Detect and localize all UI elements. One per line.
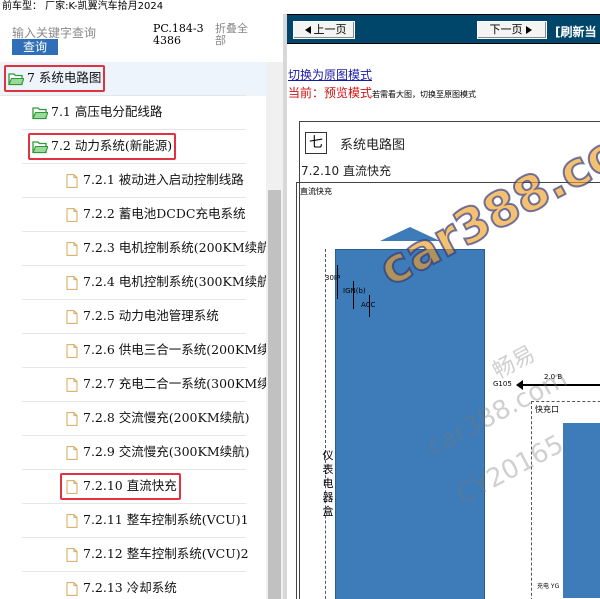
- pin-line: [337, 265, 338, 299]
- fuse-box-block: [335, 249, 485, 599]
- tree-item-label: 7.2.6 供电三合一系统(200KM续航: [83, 342, 266, 357]
- tree-item[interactable]: 7 系统电路图: [0, 62, 266, 96]
- wiring-diagram: 直流快充 30IP IGN(b) ACC 仪表电器盒 G105 2.0 B 快充…: [296, 182, 600, 599]
- triangle-right-icon: [525, 26, 532, 34]
- tree-item[interactable]: 7.1 高压电分配线路: [0, 96, 266, 130]
- tree-item[interactable]: 7.2.1 被动进入启动控制线路: [0, 164, 266, 198]
- charge-port-block: [563, 423, 600, 598]
- tree-item-label: 7.2.8 交流慢充(200KM续航): [83, 410, 250, 425]
- tree-item[interactable]: 7.2.13 冷却系统: [0, 572, 266, 599]
- document-icon: [64, 581, 80, 596]
- tree-item[interactable]: 7.2.8 交流慢充(200KM续航): [0, 402, 266, 436]
- tree-item[interactable]: 7.2.11 整车控制系统(VCU)1: [0, 504, 266, 538]
- document-icon: [64, 275, 80, 290]
- mode-line: 当前：预览模式若需看大图，切换至原图模式: [288, 82, 476, 101]
- tree-item-label: 7.2.11 整车控制系统(VCU)1: [83, 512, 249, 527]
- mode-note: 若需看大图，切换至原图模式: [372, 90, 477, 99]
- switch-original-mode-link[interactable]: 切换为原图模式: [288, 66, 372, 83]
- tree-item[interactable]: 7.2.9 交流慢充(300KM续航): [0, 436, 266, 470]
- chapter-title: 系统电路图: [340, 138, 406, 153]
- document-icon: [64, 173, 80, 188]
- fuse-box-label: 仪表电器盒: [322, 449, 334, 518]
- highlight-box: [28, 133, 177, 160]
- next-page-label: 下一页: [489, 23, 523, 36]
- tree-item-label: 7.2.3 电机控制系统(200KM续航): [83, 240, 266, 255]
- document-icon: [64, 513, 80, 528]
- tree-item-label: 7.2.1 被动进入启动控制线路: [83, 172, 244, 187]
- search-button[interactable]: 查询: [12, 39, 58, 55]
- tree-item[interactable]: 7.2 动力系统(新能源): [0, 130, 266, 164]
- tree-item-label: 7.2.12 整车控制系统(VCU)2: [83, 546, 249, 561]
- tree-item[interactable]: 7.2.7 充电二合一系统(300KM续航: [0, 368, 266, 402]
- viewer-panel: 上一页 下一页 [刷新当 切换为原图模式 当前：预览模式若需看大图，切换至原图模…: [287, 14, 600, 599]
- scroll-thumb[interactable]: [268, 190, 281, 599]
- collapse-all-link[interactable]: 折叠全部: [215, 23, 255, 47]
- pin-label: IGN(b): [343, 287, 366, 295]
- tree-item-label: 7.2.13 冷却系统: [83, 580, 177, 595]
- refresh-title[interactable]: [刷新当: [555, 23, 597, 40]
- charge-bottom-label: 充电 YG: [537, 583, 560, 590]
- tree-item-label: 7.2.7 充电二合一系统(300KM续航: [83, 376, 266, 391]
- wire-line: [521, 384, 600, 386]
- tree-item-label: 7.1 高压电分配线路: [51, 104, 163, 119]
- search-area: 查询 PC.184-34386 折叠全部: [0, 14, 283, 62]
- catalog-tree: 7 系统电路图 7.1 高压电分配线路 7.2 动力系统(新能源) 7.2.1 被动进…: [0, 62, 266, 599]
- tree-item[interactable]: 7.2.12 整车控制系统(VCU)2: [0, 538, 266, 572]
- triangle-left-icon: [304, 26, 311, 34]
- mode-prefix: 当前：预览模式: [288, 86, 373, 100]
- topbar: 前车型： 厂家:K-凯翼汽车拾月2024: [0, 0, 600, 14]
- highlight-box: [60, 473, 181, 500]
- tree-item[interactable]: 7.2.3 电机控制系统(200KM续航): [0, 232, 266, 266]
- wire-label: 2.0 B: [544, 373, 563, 381]
- next-page-button[interactable]: 下一页: [477, 21, 547, 39]
- document-icon: [64, 445, 80, 460]
- tree-item-label: 7.2.2 蓄电池DCDC充电系统: [83, 206, 246, 221]
- tree-item[interactable]: 7.2.6 供电三合一系统(200KM续航: [0, 334, 266, 368]
- pc-code: PC.184-34386: [153, 22, 204, 47]
- pin-label: ACC: [361, 301, 376, 309]
- tree-item[interactable]: 7.2.2 蓄电池DCDC充电系统: [0, 198, 266, 232]
- chapter-number: 七: [305, 132, 327, 154]
- arrow-up-icon: [380, 227, 440, 241]
- diagram-title: 直流快充: [300, 187, 332, 196]
- document-icon: [64, 411, 80, 426]
- pin-label: 30IP: [325, 274, 341, 282]
- tree-item[interactable]: 7.2.10 直流快充: [0, 470, 266, 504]
- tree-item-label: 7.2.9 交流慢充(300KM续航): [83, 444, 250, 459]
- folder-open-icon: [32, 105, 49, 120]
- tree-item[interactable]: 7.2.4 电机控制系统(300KM续航): [0, 266, 266, 300]
- highlight-box: [4, 65, 106, 92]
- tree-scrollbar[interactable]: [266, 62, 283, 599]
- document-icon: [64, 241, 80, 256]
- left-panel: 查询 PC.184-34386 折叠全部 7 系统电路图7.1 高压电分配线路7…: [0, 14, 283, 599]
- pin-line: [353, 281, 354, 309]
- tree-item-label: 7.2.5 动力电池管理系统: [83, 308, 219, 323]
- page-nav-bar: 上一页 下一页 [刷新当: [287, 14, 600, 44]
- prev-page-button[interactable]: 上一页: [293, 21, 355, 39]
- document-icon: [64, 207, 80, 222]
- tree-item[interactable]: 7.2.5 动力电池管理系统: [0, 300, 266, 334]
- document-icon: [64, 547, 80, 562]
- charge-port-label: 快充口: [535, 405, 559, 414]
- section-title: 7.2.10 直流快充: [301, 164, 391, 178]
- document-icon: [64, 343, 80, 358]
- tree-item-label: 7.2.4 电机控制系统(300KM续航): [83, 274, 266, 289]
- connector-label: G105: [493, 380, 512, 388]
- document-icon: [64, 309, 80, 324]
- document-icon: [64, 377, 80, 392]
- prev-page-label: 上一页: [313, 23, 347, 36]
